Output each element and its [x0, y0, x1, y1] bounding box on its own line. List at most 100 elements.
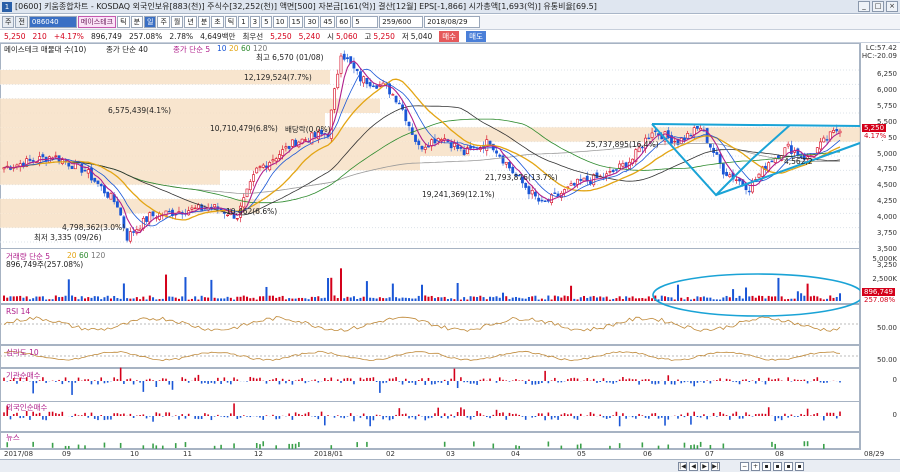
scroll-prev-button[interactable]: ◀: [689, 462, 698, 471]
scroll-next-button[interactable]: ▶: [700, 462, 709, 471]
rsi-panel-title[interactable]: RSI 14: [6, 307, 30, 316]
interval-1[interactable]: 1: [238, 16, 249, 28]
stock-name-label[interactable]: 메이스테크: [77, 16, 117, 28]
view-button-3[interactable]: ▪: [784, 462, 793, 471]
foreign-bar: [123, 413, 125, 416]
institution-bar: [223, 377, 226, 381]
data-count-field[interactable]: 259/600: [379, 16, 424, 28]
foreign-bar: [288, 413, 290, 416]
month-button[interactable]: 월: [170, 16, 184, 28]
second-button[interactable]: 초: [211, 16, 224, 28]
volume-bar: [715, 299, 718, 301]
candle-body: [414, 134, 417, 142]
minimize-button[interactable]: _: [858, 1, 870, 12]
foreign-bar: [518, 414, 521, 416]
institution-bar: [813, 379, 815, 381]
volume-axis-2500k: 2,500K: [872, 275, 897, 283]
institution-bar: [560, 381, 563, 383]
legend-ma5[interactable]: 종가 단순 5: [173, 44, 210, 55]
interval-60[interactable]: 60: [336, 16, 352, 28]
minute2-button[interactable]: 분: [197, 16, 211, 28]
volume-ma120[interactable]: 120: [91, 251, 105, 260]
price-axis-label: 6,250: [876, 70, 897, 78]
news-panel-title[interactable]: 뉴스: [6, 432, 20, 443]
period-button-all[interactable]: 전: [15, 16, 28, 28]
volume-bar: [595, 297, 598, 301]
period-button-week[interactable]: 주: [2, 16, 15, 28]
foreign-bar: [534, 416, 537, 418]
view-button-1[interactable]: ▪: [762, 462, 771, 471]
interval-10[interactable]: 10: [272, 16, 288, 28]
stock-code-input[interactable]: 086040: [28, 16, 77, 28]
tick2-button[interactable]: 틱: [224, 16, 238, 28]
scroll-last-button[interactable]: ▶|: [711, 462, 720, 471]
bottom-scrollbar[interactable]: |◀ ◀ ▶ ▶| − + ▪ ▪ ▪ ▪: [0, 459, 900, 472]
interval-45[interactable]: 45: [320, 16, 336, 28]
institution-bar: [839, 381, 841, 383]
news-marker: [443, 441, 446, 447]
institution-bar: [816, 377, 819, 381]
foreign-bar: [45, 416, 47, 421]
interval-3[interactable]: 3: [249, 16, 261, 28]
institution-bar: [502, 379, 504, 381]
institution-bar: [550, 380, 553, 381]
volume-bar: [330, 277, 333, 301]
volume-bar: [712, 299, 715, 301]
day-button[interactable]: 일: [144, 16, 157, 28]
candle-body: [569, 183, 573, 186]
foreign-panel-title[interactable]: 외국인순매수: [6, 402, 47, 413]
candle-body: [80, 163, 84, 173]
week-button[interactable]: 주: [157, 16, 170, 28]
volume-bar: [45, 299, 48, 301]
zoom-in-button[interactable]: +: [751, 462, 760, 471]
buy-button[interactable]: 매수: [439, 30, 460, 42]
foreign-bar: [398, 408, 401, 416]
legend-ma20[interactable]: 20: [229, 44, 239, 53]
news-marker: [298, 442, 300, 448]
tick-button[interactable]: 틱: [117, 16, 130, 28]
inst-panel-title[interactable]: 기관순매수: [6, 370, 41, 381]
minute-button[interactable]: 분: [130, 16, 144, 28]
candle-body: [725, 171, 728, 176]
legend-ma60[interactable]: 60: [241, 44, 251, 53]
legend-ma10[interactable]: 10: [217, 44, 227, 53]
volume-bar: [395, 297, 398, 301]
institution-bar: [706, 380, 708, 381]
volume-bar: [64, 295, 67, 301]
view-button-4[interactable]: ▪: [795, 462, 804, 471]
view-button-2[interactable]: ▪: [773, 462, 782, 471]
interval-select[interactable]: 5: [352, 16, 379, 28]
foreign-bar: [187, 413, 190, 416]
foreign-bar: [453, 416, 456, 418]
foreign-bar: [272, 414, 274, 416]
date-label-2018-01: 2018/01: [314, 450, 344, 458]
foreign-bar: [158, 413, 161, 416]
volume-bar: [706, 297, 709, 301]
volume-bar: [223, 298, 226, 301]
date-field[interactable]: 2018/08/29: [424, 16, 481, 28]
psy-panel-title[interactable]: 심리도 10: [6, 347, 39, 358]
institution-bar: [618, 379, 621, 381]
volume-bar: [304, 298, 307, 301]
institution-bar: [806, 381, 809, 384]
maximize-button[interactable]: □: [872, 1, 884, 12]
interval-5[interactable]: 5: [261, 16, 272, 28]
year-button[interactable]: 년: [184, 16, 197, 28]
candle-body: [197, 204, 200, 209]
zoom-out-button[interactable]: −: [740, 462, 749, 471]
legend-main[interactable]: 메이스테크 매물대 수(10): [4, 44, 86, 55]
stock-chart[interactable]: [0, 43, 860, 449]
foreign-bar: [48, 411, 51, 416]
institution-bar: [424, 381, 427, 385]
candle-body: [819, 141, 822, 150]
scroll-first-button[interactable]: |◀: [678, 462, 687, 471]
volume-bar: [391, 283, 394, 301]
foreign-bar: [813, 414, 815, 416]
institution-bar: [709, 381, 712, 384]
interval-30[interactable]: 30: [304, 16, 320, 28]
close-button[interactable]: ×: [886, 1, 898, 12]
legend-ma40[interactable]: 종가 단순 40: [106, 44, 148, 55]
foreign-bar: [777, 416, 780, 419]
interval-15[interactable]: 15: [288, 16, 304, 28]
sell-button[interactable]: 매도: [466, 30, 486, 42]
